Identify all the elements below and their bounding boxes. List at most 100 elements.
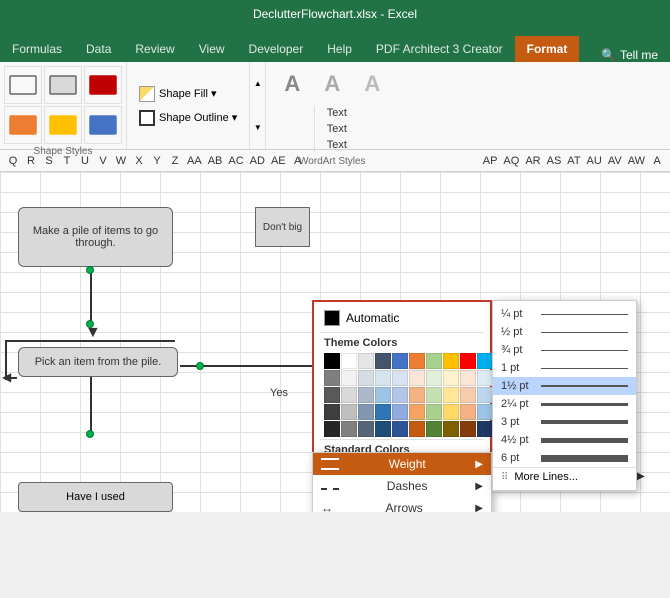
weight-item[interactable]: Weight ▶ xyxy=(313,453,491,475)
wordart-a2[interactable]: A xyxy=(314,66,350,102)
shape-style-5[interactable] xyxy=(44,106,82,144)
theme-color-swatch-8[interactable] xyxy=(460,353,476,369)
theme-color-swatch-32[interactable] xyxy=(358,404,374,420)
tab-format[interactable]: Format xyxy=(515,36,580,62)
arrows-item[interactable]: ↔ Arrows ▶ xyxy=(313,497,491,512)
theme-color-swatch-34[interactable] xyxy=(392,404,408,420)
text-button-1[interactable]: Text xyxy=(323,106,351,120)
theme-color-swatch-13[interactable] xyxy=(375,370,391,386)
theme-color-swatch-21[interactable] xyxy=(341,387,357,403)
theme-color-swatch-49[interactable] xyxy=(477,421,493,437)
theme-color-swatch-19[interactable] xyxy=(477,370,493,386)
theme-color-swatch-35[interactable] xyxy=(409,404,425,420)
theme-color-swatch-33[interactable] xyxy=(375,404,391,420)
flowchart-shape-dont[interactable]: Don't big xyxy=(255,207,310,247)
weight-025pt[interactable]: ¼ pt xyxy=(493,305,636,323)
scroll-up-arrow[interactable]: ▲ xyxy=(250,79,265,88)
shape-fill-button[interactable]: Shape Fill ▾ xyxy=(133,84,243,104)
alpha-aq[interactable]: AQ xyxy=(500,155,522,167)
theme-color-swatch-10[interactable] xyxy=(324,370,340,386)
text-button-3[interactable]: Text xyxy=(323,138,351,152)
wordart-a1[interactable]: A xyxy=(274,66,310,102)
alpha-au[interactable]: AU xyxy=(584,155,605,167)
theme-color-swatch-43[interactable] xyxy=(375,421,391,437)
tab-help[interactable]: Help xyxy=(315,36,364,62)
weight-075pt[interactable]: ¾ pt xyxy=(493,341,636,359)
shape-style-6[interactable] xyxy=(84,106,122,144)
theme-color-swatch-30[interactable] xyxy=(324,404,340,420)
alpha-aw[interactable]: AW xyxy=(625,155,648,167)
weight-15pt[interactable]: 1½ pt xyxy=(493,377,636,395)
more-lines-item[interactable]: ⠿ More Lines... xyxy=(493,467,636,486)
theme-color-swatch-18[interactable] xyxy=(460,370,476,386)
alpha-ad[interactable]: AD xyxy=(247,155,268,167)
alpha-awa[interactable]: A xyxy=(648,155,666,167)
theme-color-swatch-4[interactable] xyxy=(392,353,408,369)
theme-color-swatch-36[interactable] xyxy=(426,404,442,420)
tab-formulas[interactable]: Formulas xyxy=(0,36,74,62)
theme-color-swatch-20[interactable] xyxy=(324,387,340,403)
weight-225pt[interactable]: 2¼ pt xyxy=(493,395,636,413)
tab-review[interactable]: Review xyxy=(123,36,186,62)
theme-color-swatch-47[interactable] xyxy=(443,421,459,437)
theme-color-swatch-26[interactable] xyxy=(426,387,442,403)
alpha-z[interactable]: Z xyxy=(166,155,184,167)
dashes-item[interactable]: Dashes ▶ xyxy=(313,475,491,497)
text-button-2[interactable]: Text xyxy=(323,122,351,136)
theme-color-swatch-25[interactable] xyxy=(409,387,425,403)
tab-view[interactable]: View xyxy=(187,36,237,62)
flowchart-shape-have[interactable]: Have I used xyxy=(18,482,173,512)
tab-pdf[interactable]: PDF Architect 3 Creator xyxy=(364,36,515,62)
shape-style-1[interactable] xyxy=(4,66,42,104)
alpha-ae[interactable]: AE xyxy=(268,155,289,167)
theme-color-swatch-14[interactable] xyxy=(392,370,408,386)
theme-color-swatch-28[interactable] xyxy=(460,387,476,403)
theme-color-swatch-15[interactable] xyxy=(409,370,425,386)
alpha-ab[interactable]: AB xyxy=(205,155,226,167)
alpha-x[interactable]: X xyxy=(130,155,148,167)
theme-color-swatch-23[interactable] xyxy=(375,387,391,403)
tab-developer[interactable]: Developer xyxy=(237,36,316,62)
theme-color-swatch-45[interactable] xyxy=(409,421,425,437)
theme-color-swatch-27[interactable] xyxy=(443,387,459,403)
weight-05pt[interactable]: ½ pt xyxy=(493,323,636,341)
alpha-aa[interactable]: AA xyxy=(184,155,205,167)
theme-color-swatch-9[interactable] xyxy=(477,353,493,369)
theme-color-swatch-2[interactable] xyxy=(358,353,374,369)
weight-6pt[interactable]: 6 pt xyxy=(493,449,636,467)
theme-color-swatch-12[interactable] xyxy=(358,370,374,386)
scroll-down-arrow[interactable]: ▼ xyxy=(250,123,265,132)
theme-color-swatch-6[interactable] xyxy=(426,353,442,369)
theme-color-swatch-40[interactable] xyxy=(324,421,340,437)
shape-style-3[interactable] xyxy=(84,66,122,104)
theme-color-swatch-41[interactable] xyxy=(341,421,357,437)
theme-color-swatch-0[interactable] xyxy=(324,353,340,369)
theme-color-swatch-24[interactable] xyxy=(392,387,408,403)
alpha-ac[interactable]: AC xyxy=(225,155,246,167)
theme-color-swatch-37[interactable] xyxy=(443,404,459,420)
search-icon[interactable]: 🔍 Tell me xyxy=(589,48,670,62)
theme-color-swatch-31[interactable] xyxy=(341,404,357,420)
theme-color-swatch-11[interactable] xyxy=(341,370,357,386)
theme-color-swatch-1[interactable] xyxy=(341,353,357,369)
shape-outline-button[interactable]: Shape Outline ▾ xyxy=(133,108,243,128)
theme-color-swatch-29[interactable] xyxy=(477,387,493,403)
alpha-as[interactable]: AS xyxy=(544,155,565,167)
alpha-av[interactable]: AV xyxy=(605,155,625,167)
wordart-a3[interactable]: A xyxy=(354,66,390,102)
theme-color-swatch-22[interactable] xyxy=(358,387,374,403)
weight-45pt[interactable]: 4½ pt xyxy=(493,431,636,449)
theme-color-swatch-44[interactable] xyxy=(392,421,408,437)
theme-color-swatch-39[interactable] xyxy=(477,404,493,420)
theme-color-swatch-46[interactable] xyxy=(426,421,442,437)
theme-color-swatch-5[interactable] xyxy=(409,353,425,369)
theme-color-swatch-42[interactable] xyxy=(358,421,374,437)
flowchart-shape-pick[interactable]: Pick an item from the pile. xyxy=(18,347,178,377)
theme-color-swatch-3[interactable] xyxy=(375,353,391,369)
tab-data[interactable]: Data xyxy=(74,36,123,62)
alpha-at[interactable]: AT xyxy=(564,155,583,167)
theme-color-swatch-17[interactable] xyxy=(443,370,459,386)
alpha-ar[interactable]: AR xyxy=(522,155,543,167)
theme-color-swatch-16[interactable] xyxy=(426,370,442,386)
automatic-color-row[interactable]: Automatic xyxy=(320,308,484,328)
